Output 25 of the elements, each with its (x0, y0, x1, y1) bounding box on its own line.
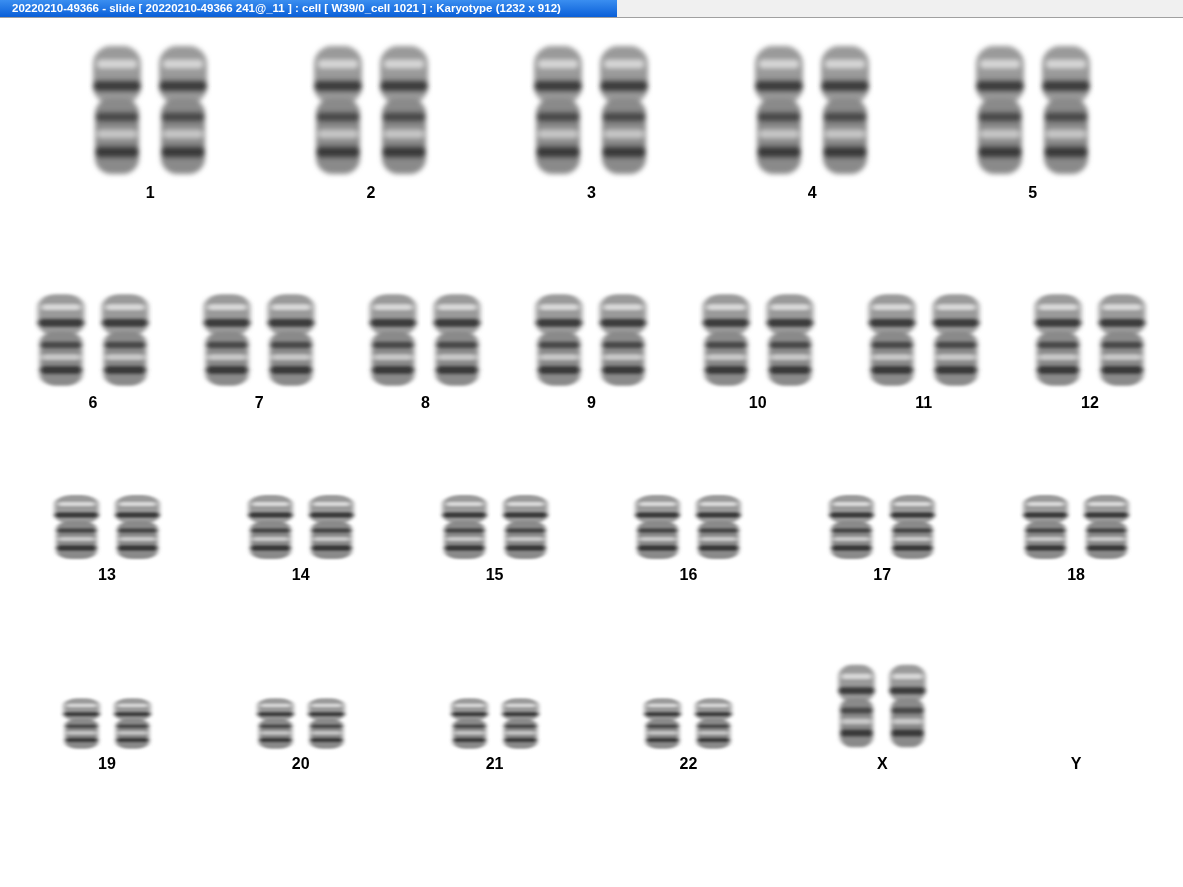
window-title: 20220210-49366 - slide [ 20220210-49366 241@_11 ] : cell [ W39/0_cell 1021 ] : Karyotype (1232 x 912) (0, 0, 617, 17)
chromosome-number: 9 (587, 394, 596, 412)
chromosome-number: 18 (1067, 566, 1085, 584)
chromosome-number: 11 (915, 394, 933, 412)
chromosome-number: 22 (679, 755, 698, 773)
chromosome-number: 3 (587, 184, 596, 202)
chromosome-number: 21 (485, 755, 504, 773)
chromosome-number: 13 (98, 566, 116, 584)
chromosome-number: 17 (873, 566, 892, 584)
chromosome-number: 6 (88, 394, 98, 412)
chromosome-number: 10 (748, 394, 767, 412)
chromosome-number: 15 (485, 566, 504, 584)
chromosome-number: 16 (679, 566, 698, 584)
chromosome-number: 19 (98, 755, 116, 773)
chromosome-number: 14 (291, 566, 310, 584)
chromosome-number: 1 (145, 184, 155, 202)
chromosome-number: 8 (420, 394, 430, 412)
chromosome-number: 4 (807, 184, 817, 202)
chromosome-number: X (876, 755, 888, 773)
chromosome-number: 2 (366, 184, 376, 202)
chromosome-number: 20 (291, 755, 310, 773)
chromosome-number: 5 (1028, 184, 1038, 202)
chromosome-number: 7 (254, 394, 264, 412)
chromosome-number: Y (1070, 755, 1082, 773)
chromosome-number: 12 (1081, 394, 1099, 412)
